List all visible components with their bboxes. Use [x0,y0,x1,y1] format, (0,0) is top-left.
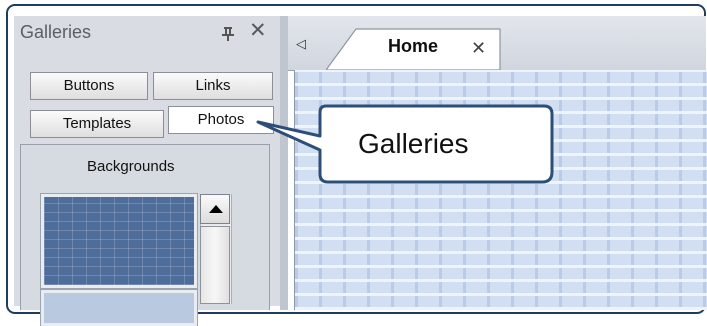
scrollbar-thumb[interactable] [200,226,230,304]
tab-scroll-left-icon[interactable]: ◁ [296,36,306,52]
galleries-panel-header: Galleries ✕ [14,16,280,52]
close-icon[interactable]: ✕ [471,38,486,59]
background-thumbnail[interactable] [40,289,198,326]
background-thumbnail[interactable] [40,193,198,289]
close-icon[interactable]: ✕ [249,20,267,41]
pin-icon[interactable] [221,26,235,42]
scroll-up-arrow-icon[interactable] [200,194,230,224]
tab-links[interactable]: Links [153,72,273,100]
tab-templates-label: Templates [62,115,132,132]
tab-templates[interactable]: Templates [30,110,164,138]
tab-buttons[interactable]: Buttons [30,72,148,100]
tab-home-label: Home [388,36,439,56]
tab-home[interactable]: Home ✕ [326,28,502,70]
panel-title: Galleries [20,22,92,42]
callout-label: Galleries [358,128,469,159]
gallery-section-title: Backgrounds [87,158,175,175]
